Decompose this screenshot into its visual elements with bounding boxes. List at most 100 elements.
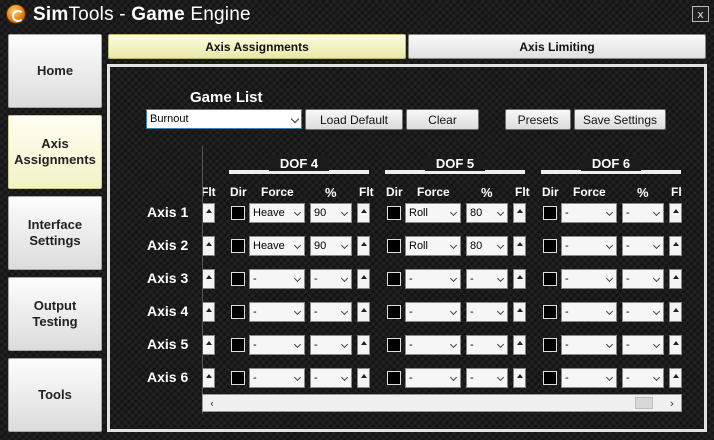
percent-select[interactable]: - [310,335,352,355]
tab-axis-limiting[interactable]: Axis Limiting [408,34,706,59]
dir-checkbox[interactable] [231,206,245,220]
chevron-down-icon [340,373,349,382]
flt-spinner[interactable] [513,236,526,256]
dir-checkbox[interactable] [543,272,557,286]
game-list-select[interactable]: Burnout [146,109,302,129]
flt-spinner[interactable] [669,368,682,388]
flt-spinner[interactable] [513,203,526,223]
percent-select[interactable]: - [622,236,664,256]
force-select[interactable]: - [249,269,305,289]
force-select[interactable]: - [249,302,305,322]
dir-checkbox[interactable] [387,206,401,220]
force-select[interactable]: - [405,269,461,289]
sidebar-item-tools[interactable]: Tools [8,358,102,432]
dir-checkbox[interactable] [543,371,557,385]
flt-spinner[interactable] [669,236,682,256]
force-select[interactable]: - [405,302,461,322]
flt-spinner[interactable] [203,236,215,256]
horizontal-scrollbar[interactable]: ‹ › [202,394,682,412]
percent-value: - [470,339,474,351]
force-select[interactable]: - [561,236,617,256]
flt-spinner[interactable] [357,302,370,322]
percent-select[interactable]: - [622,302,664,322]
flt-spinner[interactable] [669,203,682,223]
dir-checkbox[interactable] [231,239,245,253]
scrollbar-thumb[interactable] [635,397,653,409]
percent-select[interactable]: - [466,335,508,355]
flt-spinner[interactable] [669,302,682,322]
close-button[interactable]: x [692,6,709,22]
presets-button[interactable]: Presets [505,109,571,130]
dir-checkbox[interactable] [387,272,401,286]
flt-spinner[interactable] [513,269,526,289]
force-select[interactable]: Heave [249,203,305,223]
sidebar-item-axis-assignments[interactable]: Axis Assignments [8,115,102,189]
force-select[interactable]: - [561,203,617,223]
percent-value: 90 [314,207,327,219]
tab-label: Axis Limiting [519,39,595,54]
dir-checkbox[interactable] [543,239,557,253]
flt-spinner[interactable] [203,368,215,388]
flt-spinner[interactable] [203,269,215,289]
flt-spinner[interactable] [669,335,682,355]
percent-select[interactable]: - [622,368,664,388]
dir-checkbox[interactable] [231,338,245,352]
percent-select[interactable]: - [310,368,352,388]
percent-select[interactable]: - [466,269,508,289]
force-select[interactable]: - [405,368,461,388]
dir-checkbox[interactable] [543,305,557,319]
flt-spinner[interactable] [357,269,370,289]
percent-select[interactable]: 90 [310,236,352,256]
dir-checkbox[interactable] [387,305,401,319]
flt-spinner[interactable] [357,335,370,355]
flt-spinner[interactable] [357,203,370,223]
percent-select[interactable]: - [466,302,508,322]
force-select[interactable]: - [561,302,617,322]
force-select[interactable]: Heave [249,236,305,256]
save-settings-button[interactable]: Save Settings [574,109,666,130]
force-select[interactable]: - [561,368,617,388]
scroll-right-icon[interactable]: › [664,395,680,411]
dir-checkbox[interactable] [231,371,245,385]
percent-select[interactable]: - [310,269,352,289]
flt-spinner[interactable] [513,368,526,388]
force-select[interactable]: - [249,335,305,355]
dir-checkbox[interactable] [387,371,401,385]
flt-spinner[interactable] [357,368,370,388]
force-select[interactable]: - [249,368,305,388]
dir-checkbox[interactable] [387,239,401,253]
force-select[interactable]: - [561,269,617,289]
force-select[interactable]: - [561,335,617,355]
flt-spinner[interactable] [357,236,370,256]
percent-select[interactable]: 80 [466,236,508,256]
sidebar-item-output-testing[interactable]: Output Testing [8,277,102,351]
percent-select[interactable]: - [622,335,664,355]
flt-spinner[interactable] [203,335,215,355]
force-select[interactable]: Roll [405,203,461,223]
percent-select[interactable]: - [622,203,664,223]
percent-select[interactable]: 90 [310,203,352,223]
flt-spinner[interactable] [203,302,215,322]
percent-select[interactable]: - [310,302,352,322]
load-default-button[interactable]: Load Default [305,109,403,130]
percent-select[interactable]: 80 [466,203,508,223]
dir-checkbox[interactable] [543,338,557,352]
tab-axis-assignments[interactable]: Axis Assignments [108,34,406,59]
flt-spinner[interactable] [669,269,682,289]
flt-spinner[interactable] [203,203,215,223]
flt-spinner[interactable] [513,335,526,355]
flt-spinner[interactable] [513,302,526,322]
dir-checkbox[interactable] [231,272,245,286]
scroll-left-icon[interactable]: ‹ [204,395,220,411]
force-select[interactable]: Roll [405,236,461,256]
dof-header: DOF 6 [581,156,641,171]
percent-select[interactable]: - [466,368,508,388]
sidebar-item-interface-settings[interactable]: Interface Settings [8,196,102,270]
dir-checkbox[interactable] [387,338,401,352]
clear-button[interactable]: Clear [406,109,479,130]
percent-select[interactable]: - [622,269,664,289]
dir-checkbox[interactable] [231,305,245,319]
dir-checkbox[interactable] [543,206,557,220]
sidebar-item-home[interactable]: Home [8,34,102,108]
force-select[interactable]: - [405,335,461,355]
